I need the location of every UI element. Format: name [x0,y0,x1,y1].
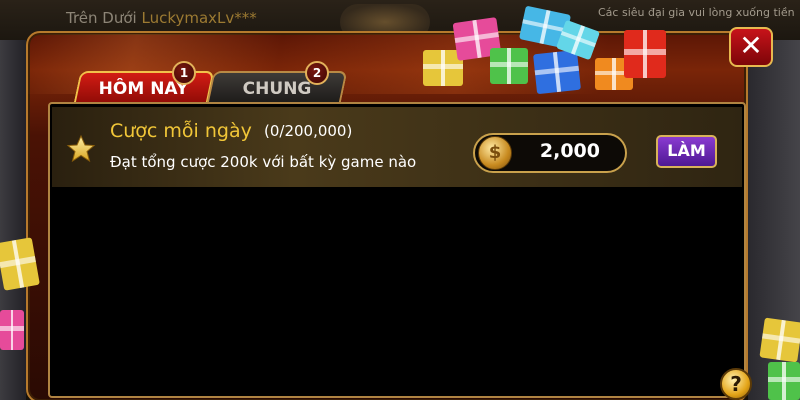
background-header-text: Trên Dưới LuckymaxLv*** [66,9,257,27]
gift-box [624,30,666,78]
do-mission-button[interactable]: LÀM [656,135,717,168]
gift-box [768,362,800,400]
help-icon: ? [730,372,742,396]
tab-today-label: HÔM NAY [98,79,189,99]
close-button[interactable]: ✕ [729,27,773,67]
help-button[interactable]: ? [720,368,752,400]
gift-box [533,49,581,95]
gift-box [0,310,24,350]
tab-general-label: CHUNG [242,79,312,99]
reward-amount: 2,000 [539,140,600,162]
coin-icon: $ [478,136,512,170]
mission-progress: (0/200,000) [264,122,353,140]
background-header-user: LuckymaxLv*** [141,9,257,27]
background-notice: Các siêu đại gia vui lòng xuống tiền [598,6,795,19]
gift-box [759,317,800,363]
star-icon [66,134,96,163]
mission-description: Đạt tổng cược 200k với bất kỳ game nào [110,153,417,171]
mission-title: Cược mỗi ngày [110,120,252,142]
tab-today-badge: 1 [172,61,196,85]
background-header-prefix: Trên Dưới [66,9,137,27]
tab-general-badge: 2 [305,61,329,85]
gift-box [490,48,528,84]
mission-row [52,107,742,187]
close-icon: ✕ [739,29,763,62]
